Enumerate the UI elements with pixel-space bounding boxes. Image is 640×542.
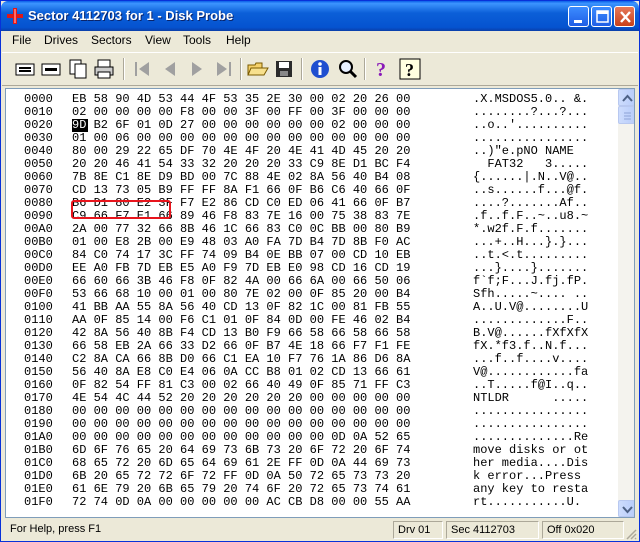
help-icon: ?	[376, 59, 386, 81]
title-bar[interactable]: Sector 4112703 for 1 - Disk Probe	[1, 1, 639, 31]
maximize-button[interactable]	[591, 6, 612, 27]
write-sector-button[interactable]	[39, 57, 63, 81]
status-bar: For Help, press F1 Drv 01 Sec 4112703 Of…	[2, 519, 638, 541]
find-icon	[339, 60, 358, 79]
first-sector-icon	[135, 62, 149, 76]
resize-grip-icon[interactable]	[625, 528, 637, 540]
last-sector-icon	[217, 62, 231, 76]
close-icon	[620, 11, 631, 23]
next-sector-icon	[192, 62, 202, 76]
hex-view[interactable]: 0000 EB 58 90 4D 53 44 4F 53 35 2E 30 00 …	[5, 88, 635, 518]
grip-lines-icon	[624, 112, 631, 120]
read-sector-button[interactable]	[13, 57, 37, 81]
open-file-button[interactable]	[246, 57, 270, 81]
window-title: Sector 4112703 for 1 - Disk Probe	[28, 8, 234, 23]
selected-byte[interactable]: 9D	[72, 118, 86, 132]
status-offset: Off 0x020	[542, 521, 624, 539]
scroll-up-button[interactable]	[618, 89, 634, 106]
toolbar-separator	[301, 58, 303, 80]
context-help-button[interactable]: ?	[398, 57, 422, 81]
previous-sector-icon	[165, 62, 175, 76]
open-file-icon	[247, 62, 269, 76]
previous-sector-button[interactable]	[158, 57, 182, 81]
next-sector-button[interactable]	[185, 57, 209, 81]
scroll-down-button[interactable]	[618, 500, 634, 517]
svg-text:?: ?	[405, 60, 414, 80]
vertical-scrollbar[interactable]	[618, 89, 634, 517]
hex-row-ascii[interactable]: rt...........U.	[473, 496, 581, 509]
toolbar: ? ?	[2, 52, 638, 86]
menu-file[interactable]: File	[12, 33, 31, 47]
copy-icon	[69, 59, 87, 79]
toolbar-separator	[240, 58, 242, 80]
menu-tools[interactable]: Tools	[183, 33, 211, 47]
status-help-text: For Help, press F1	[10, 523, 102, 535]
highlight-box	[71, 200, 171, 219]
read-sector-icon	[15, 63, 35, 76]
help-button[interactable]: ?	[370, 57, 394, 81]
svg-text:?: ?	[376, 59, 386, 81]
last-sector-button[interactable]	[212, 57, 236, 81]
save-icon	[276, 61, 292, 77]
menu-help[interactable]: Help	[226, 33, 251, 47]
find-button[interactable]	[336, 57, 360, 81]
print-icon	[94, 59, 114, 79]
status-sector: Sec 4112703	[446, 521, 539, 539]
hex-row-bytes-rest[interactable]: B2 6F 01 0D 27 00 00 00 00 00 00 02 00 0…	[86, 118, 411, 132]
toolbar-separator	[123, 58, 125, 80]
menu-sectors[interactable]: Sectors	[91, 33, 132, 47]
toolbar-separator	[364, 58, 366, 80]
disk-probe-app-icon[interactable]	[7, 8, 23, 24]
scroll-down-icon	[622, 506, 633, 514]
hex-row-bytes[interactable]: 72 74 0D 0A 00 00 00 00 00 AC CB D8 00 0…	[72, 496, 410, 509]
disk-probe-window: Sector 4112703 for 1 - Disk Probe File D…	[0, 0, 640, 542]
menu-bar: File Drives Sectors View Tools Help	[2, 31, 638, 51]
scroll-up-icon	[622, 94, 633, 102]
hex-row-offset: 01F0	[24, 495, 53, 509]
first-sector-button[interactable]	[130, 57, 154, 81]
minimize-icon	[574, 20, 582, 23]
print-button[interactable]	[92, 57, 116, 81]
write-sector-icon	[41, 63, 61, 76]
hex-row[interactable]: 01F0 72 74 0D 0A 00 00 00 00 00 AC CB D8 …	[6, 496, 618, 509]
maximize-icon	[596, 10, 609, 23]
context-help-icon: ?	[399, 58, 421, 80]
menu-view[interactable]: View	[145, 33, 171, 47]
close-button[interactable]	[614, 6, 635, 27]
info-button[interactable]	[308, 57, 332, 81]
scroll-thumb[interactable]	[618, 106, 634, 124]
copy-button[interactable]	[66, 57, 90, 81]
info-icon	[311, 60, 329, 78]
minimize-button[interactable]	[568, 6, 589, 27]
save-button[interactable]	[272, 57, 296, 81]
menu-drives[interactable]: Drives	[44, 33, 78, 47]
status-drive: Drv 01	[393, 521, 443, 539]
